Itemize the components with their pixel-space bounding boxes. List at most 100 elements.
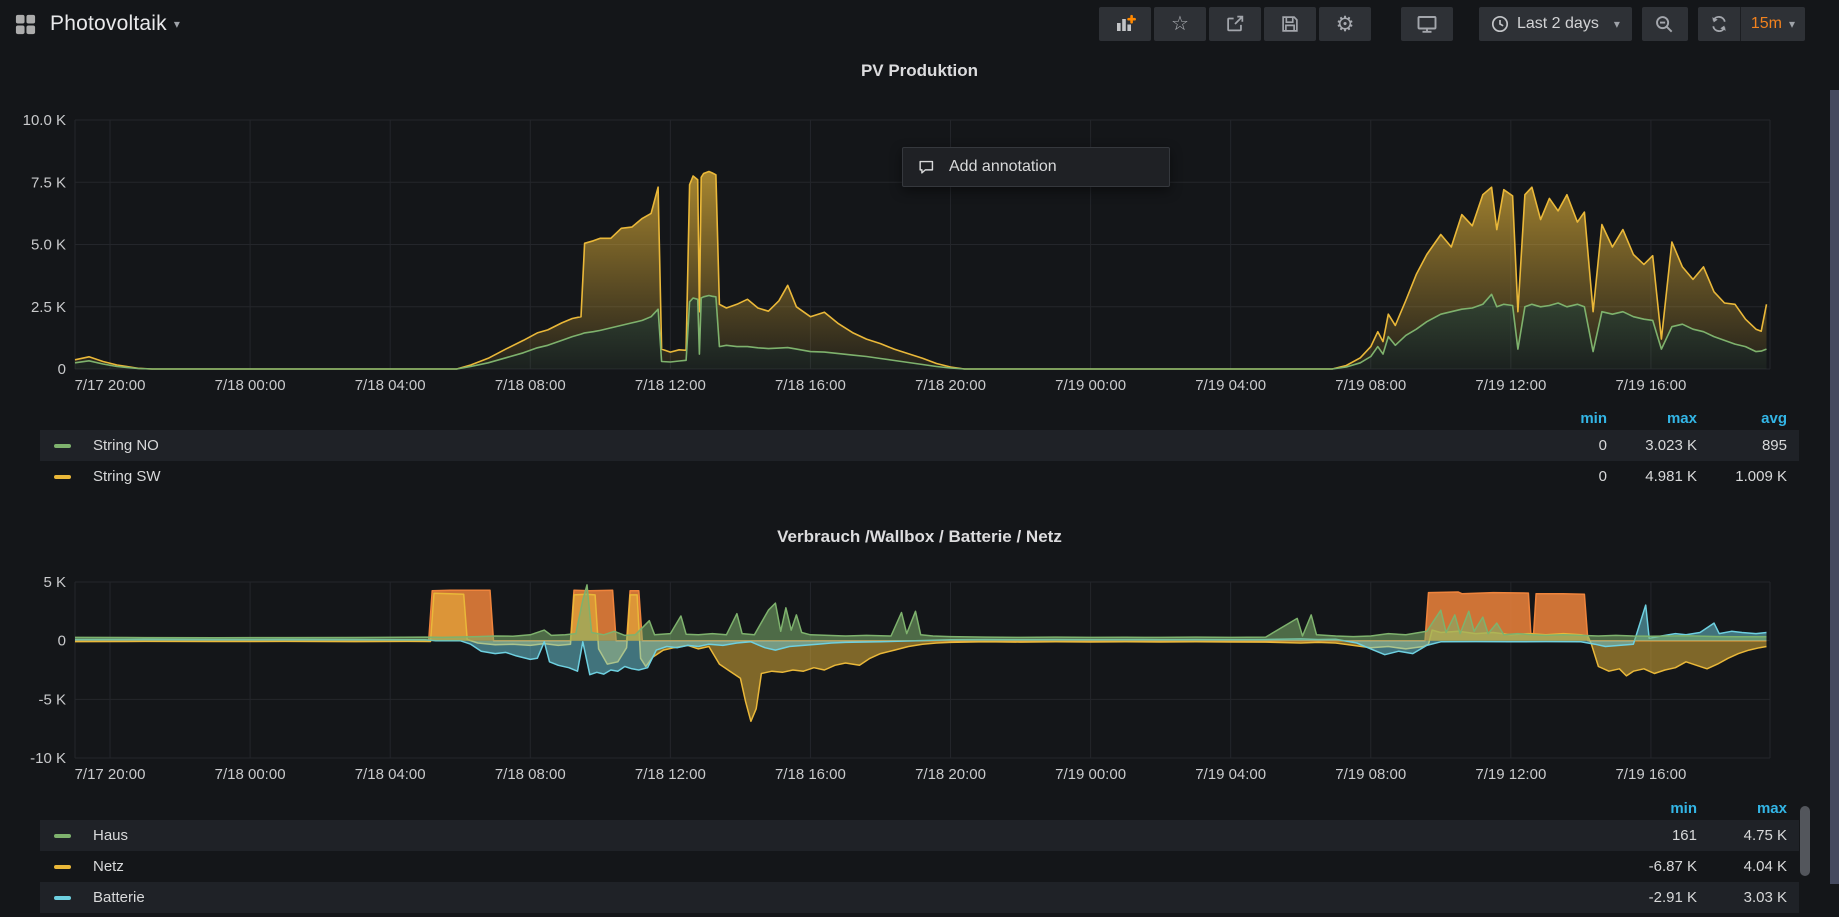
add-annotation-label: Add annotation: [949, 158, 1057, 176]
chevron-down-icon[interactable]: ▾: [174, 17, 180, 31]
chevron-down-icon: ▾: [1614, 17, 1620, 31]
legend-stat-header[interactable]: max: [1697, 800, 1787, 817]
stat-value: 4.75 K: [1697, 827, 1787, 844]
share-icon: [1224, 13, 1246, 35]
x-tick-label: 7/19 00:00: [1055, 766, 1126, 783]
series-label: String NO: [93, 437, 159, 454]
series-label: String SW: [93, 468, 161, 485]
x-tick-label: 7/19 08:00: [1335, 377, 1406, 394]
legend-row-haus[interactable]: Haus1614.75 K: [40, 820, 1799, 851]
legend-row-netz[interactable]: Netz-6.87 K4.04 K: [40, 851, 1799, 882]
legend-stat-header[interactable]: min: [1607, 800, 1697, 817]
legend-stat-header[interactable]: min: [1517, 410, 1607, 427]
chevron-down-icon: ▾: [1789, 17, 1795, 31]
x-tick-label: 7/19 04:00: [1195, 377, 1266, 394]
x-tick-label: 7/18 20:00: [915, 377, 986, 394]
refresh-interval-label: 15m: [1751, 15, 1782, 33]
legend-row-string-sw[interactable]: String SW 04.981 K1.009 K: [40, 461, 1799, 492]
refresh-interval-button[interactable]: 15m ▾: [1741, 7, 1805, 41]
y-tick-label: 5 K: [43, 574, 66, 591]
x-tick-label: 7/18 04:00: [355, 377, 426, 394]
y-tick-label: 10.0 K: [23, 112, 66, 129]
stat-value: 3.023 K: [1607, 437, 1697, 454]
refresh-button[interactable]: [1698, 7, 1740, 41]
verbrauch-legend: minmaxHaus1614.75 KNetz-6.87 K4.04 KBatt…: [40, 796, 1799, 913]
add-annotation-menu-item[interactable]: Add annotation: [902, 147, 1170, 187]
refresh-icon: [1708, 13, 1730, 35]
gear-icon: ⚙: [1336, 14, 1355, 35]
tv-mode-icon: [1415, 12, 1439, 36]
x-tick-label: 7/18 16:00: [775, 377, 846, 394]
star-button[interactable]: ☆: [1154, 7, 1206, 41]
series-color-swatch: [54, 475, 71, 479]
y-tick-label: 0: [58, 633, 66, 650]
legend-header-row: minmax: [40, 796, 1799, 820]
series-color-swatch: [54, 865, 71, 869]
panel-pv-produktion: PV Produktion 10.0 K7.5 K5.0 K2.5 K07/17…: [0, 48, 1839, 492]
legend-row-batterie[interactable]: Batterie -2.91 K3.03 K: [40, 882, 1799, 913]
x-tick-label: 7/18 20:00: [915, 766, 986, 783]
stat-value: 0: [1517, 437, 1607, 454]
legend-stat-header[interactable]: avg: [1697, 410, 1787, 427]
x-tick-label: 7/19 12:00: [1475, 377, 1546, 394]
y-tick-label: 2.5 K: [31, 299, 66, 316]
zoom-out-icon: [1653, 13, 1676, 36]
panel-title[interactable]: PV Produktion: [0, 48, 1839, 94]
x-tick-label: 7/19 16:00: [1615, 766, 1686, 783]
clock-icon: [1491, 15, 1509, 33]
share-button[interactable]: [1209, 7, 1261, 41]
stat-value: 4.981 K: [1607, 468, 1697, 485]
series-label: Batterie: [93, 889, 145, 906]
legend-scrollbar-thumb[interactable]: [1800, 806, 1810, 876]
save-button[interactable]: [1264, 7, 1316, 41]
dashboards-grid-icon[interactable]: [14, 13, 37, 36]
settings-button[interactable]: ⚙: [1319, 7, 1371, 41]
y-tick-label: 7.5 K: [31, 174, 66, 191]
pv-produktion-legend: minmaxavg String NO 03.023 K895 String SW 04…: [40, 406, 1799, 492]
panel-title[interactable]: Verbrauch /Wallbox / Batterie / Netz: [0, 518, 1839, 556]
navbar: Photovoltaik ▾ ☆ ⚙: [0, 0, 1839, 48]
x-tick-label: 7/17 20:00: [75, 377, 146, 394]
x-tick-label: 7/18 00:00: [215, 766, 286, 783]
x-tick-label: 7/18 16:00: [775, 766, 846, 783]
stat-value: 0: [1517, 468, 1607, 485]
series-label: Netz: [93, 858, 124, 875]
series-label: Haus: [93, 827, 128, 844]
stat-value: -2.91 K: [1607, 889, 1697, 906]
x-tick-label: 7/18 08:00: [495, 766, 566, 783]
time-range-label: Last 2 days: [1517, 15, 1599, 33]
tv-mode-button[interactable]: [1401, 7, 1453, 41]
x-tick-label: 7/19 08:00: [1335, 766, 1406, 783]
stat-value: 3.03 K: [1697, 889, 1787, 906]
x-tick-label: 7/19 04:00: [1195, 766, 1266, 783]
legend-row-string-no[interactable]: String NO 03.023 K895: [40, 430, 1799, 461]
refresh-picker: 15m ▾: [1698, 7, 1805, 41]
panel-verbrauch: Verbrauch /Wallbox / Batterie / Netz 5 K…: [0, 518, 1839, 913]
stat-value: 895: [1697, 437, 1787, 454]
x-tick-label: 7/17 20:00: [75, 766, 146, 783]
legend-stat-header[interactable]: max: [1607, 410, 1697, 427]
y-tick-label: -10 K: [30, 750, 66, 767]
legend-header-row: minmaxavg: [40, 406, 1799, 430]
page-scrollbar: [1830, 0, 1839, 917]
add-panel-icon: [1113, 12, 1137, 36]
verbrauch-plot[interactable]: 5 K 0 -5 K -10 K 7/17 20:00 7/18 00:00 7/18 04…: [0, 556, 1839, 796]
y-tick-label: 0: [58, 361, 66, 378]
time-range-picker[interactable]: Last 2 days ▾: [1479, 7, 1632, 41]
pv-produktion-plot[interactable]: 10.0 K7.5 K5.0 K2.5 K07/17 20:007/18 00:…: [0, 94, 1839, 406]
zoom-out-button[interactable]: [1642, 7, 1688, 41]
x-tick-label: 7/19 12:00: [1475, 766, 1546, 783]
add-panel-button[interactable]: [1099, 7, 1151, 41]
dashboard-title[interactable]: Photovoltaik: [50, 12, 167, 36]
y-tick-label: -5 K: [38, 691, 66, 708]
x-tick-label: 7/18 04:00: [355, 766, 426, 783]
stat-value: -6.87 K: [1607, 858, 1697, 875]
annotation-bubble-icon: [917, 158, 936, 177]
x-tick-label: 7/18 00:00: [215, 377, 286, 394]
stat-value: 1.009 K: [1697, 468, 1787, 485]
star-icon: ☆: [1171, 14, 1189, 34]
page-scrollbar-thumb[interactable]: [1830, 90, 1839, 884]
x-tick-label: 7/18 12:00: [635, 377, 706, 394]
x-tick-label: 7/19 00:00: [1055, 377, 1126, 394]
save-icon: [1279, 13, 1301, 35]
